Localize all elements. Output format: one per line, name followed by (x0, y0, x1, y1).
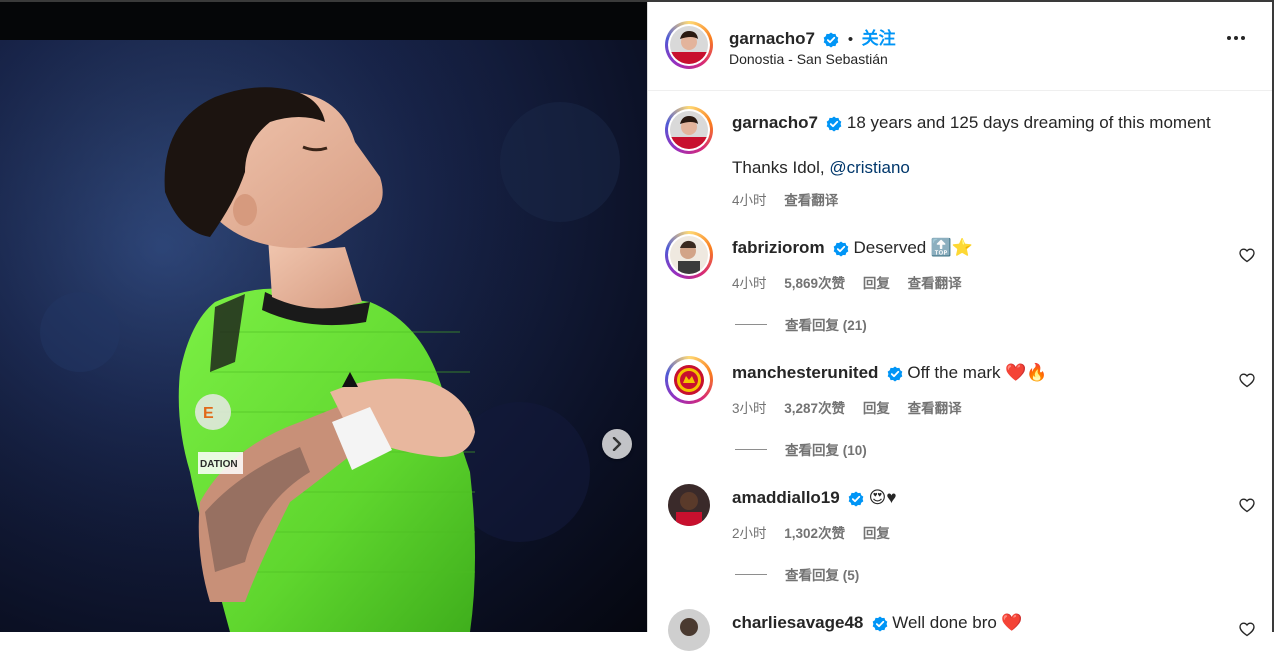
translate-button[interactable]: 查看翻译 (908, 401, 962, 416)
caption-author-avatar[interactable] (665, 106, 713, 154)
reply-button[interactable]: 回复 (863, 526, 890, 541)
heart-outline-icon[interactable] (1239, 248, 1255, 263)
comment-likes[interactable]: 1,302次赞 (784, 526, 845, 541)
caption-line-2: Thanks Idol, @cristiano (732, 158, 910, 178)
comment-line: manchesterunited Off the mark ❤️🔥 (732, 363, 1047, 383)
avatar-image (670, 236, 708, 274)
comment-avatar-manchesterunited[interactable] (665, 356, 713, 404)
comment-line: amaddiallo19 😍♥ (732, 488, 896, 508)
comment-time[interactable]: 4小时 (732, 276, 767, 291)
view-replies-label: 查看回复 (21) (785, 318, 867, 333)
post-photo: E DATION (0, 40, 647, 632)
man-utd-crest-icon (670, 361, 708, 399)
caption-thanks: Thanks Idol, (732, 158, 830, 177)
verified-badge-icon (848, 491, 864, 507)
author-avatar[interactable] (665, 21, 713, 69)
comment-emoji: ❤️ (1001, 613, 1023, 632)
heart-outline-icon[interactable] (1239, 498, 1255, 513)
comment-meta: 4小时 5,869次赞 回复 查看翻译 (732, 272, 962, 292)
replies-divider (735, 448, 767, 450)
view-replies-button[interactable]: 查看回复 (10) (735, 439, 867, 459)
avatar-image (670, 26, 708, 64)
comment-likes[interactable]: 5,869次赞 (784, 276, 845, 291)
comment-username[interactable]: fabriziorom (732, 238, 825, 257)
verified-badge-icon (824, 32, 839, 48)
separator-dot: • (847, 31, 854, 48)
post-header: garnacho7 • 关注 Donostia - San Sebastián (648, 2, 1273, 91)
post-media[interactable]: E DATION (0, 2, 647, 632)
comment-line: fabriziorom Deserved 🔝⭐ (732, 238, 973, 258)
view-replies-label: 查看回复 (10) (785, 443, 867, 458)
comment-avatar-charliesavage48[interactable] (668, 609, 710, 651)
verified-badge-icon (872, 616, 888, 632)
caption-line-1: garnacho7 18 years and 125 days dreaming… (732, 113, 1211, 133)
avatar-image (668, 484, 710, 526)
replies-divider (735, 323, 767, 325)
comment-meta: 3小时 3,287次赞 回复 查看翻译 (732, 397, 962, 417)
replies-divider (735, 573, 767, 575)
avatar-image (668, 609, 710, 651)
verified-badge-icon (827, 116, 842, 132)
post-details-pane: garnacho7 • 关注 Donostia - San Sebastián … (647, 2, 1273, 651)
comment-emoji: 🔝⭐ (930, 238, 974, 257)
verified-badge-icon (887, 366, 903, 382)
caption-mention-link[interactable]: @cristiano (829, 158, 910, 177)
comment-text: Off the mark (907, 363, 1001, 382)
caption-meta: 4小时 查看翻译 (732, 189, 838, 209)
svg-text:E: E (203, 405, 214, 422)
chevron-right-icon (612, 437, 622, 451)
view-replies-button[interactable]: 查看回复 (5) (735, 564, 859, 584)
heart-outline-icon[interactable] (1239, 373, 1255, 388)
comment-avatar-amaddiallo19[interactable] (668, 484, 710, 526)
caption-time[interactable]: 4小时 (732, 193, 767, 208)
comment-username[interactable]: manchesterunited (732, 363, 878, 382)
next-image-button[interactable] (602, 429, 632, 459)
comment-emoji: 😍♥ (868, 488, 897, 507)
svg-text:DATION: DATION (200, 459, 238, 470)
translate-button[interactable]: 查看翻译 (908, 276, 962, 291)
comment-likes[interactable]: 3,287次赞 (784, 401, 845, 416)
avatar-image (670, 111, 708, 149)
author-line: garnacho7 • 关注 (729, 24, 896, 49)
comment-username[interactable]: charliesavage48 (732, 613, 863, 632)
verified-badge-icon (833, 241, 849, 257)
author-username[interactable]: garnacho7 (729, 29, 815, 48)
comment-text: Well done bro (892, 613, 997, 632)
comment-text: Deserved (853, 238, 927, 257)
comment-emoji: ❤️🔥 (1005, 363, 1048, 382)
more-options-icon[interactable] (1226, 35, 1246, 41)
comment-line: charliesavage48 Well done bro ❤️ (732, 613, 1023, 633)
comment-time[interactable]: 3小时 (732, 401, 767, 416)
comment-time[interactable]: 2小时 (732, 526, 767, 541)
caption-username[interactable]: garnacho7 (732, 113, 818, 132)
post-location[interactable]: Donostia - San Sebastián (729, 51, 888, 67)
comment-avatar-fabriziorom[interactable] (665, 231, 713, 279)
reply-button[interactable]: 回复 (863, 401, 890, 416)
follow-button[interactable]: 关注 (862, 29, 896, 48)
reply-button[interactable]: 回复 (863, 276, 890, 291)
view-replies-label: 查看回复 (5) (785, 568, 860, 583)
view-replies-button[interactable]: 查看回复 (21) (735, 314, 867, 334)
comment-meta: 2小时 1,302次赞 回复 (732, 522, 890, 542)
caption-text: 18 years and 125 days dreaming of this m… (846, 113, 1211, 132)
comment-username[interactable]: amaddiallo19 (732, 488, 840, 507)
heart-outline-icon[interactable] (1239, 622, 1255, 637)
caption-translate-button[interactable]: 查看翻译 (784, 193, 838, 208)
